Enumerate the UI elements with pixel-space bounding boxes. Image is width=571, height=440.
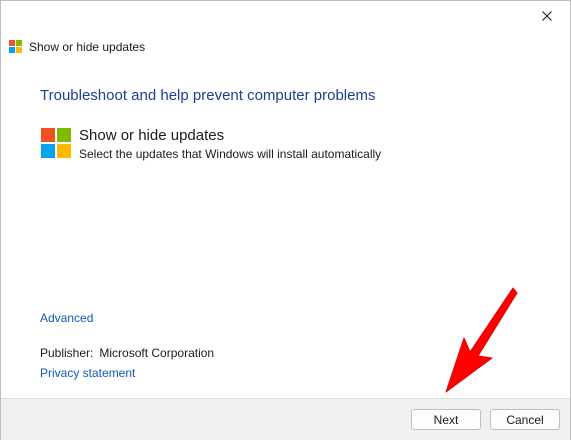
button-bar: Next Cancel — [1, 398, 570, 440]
page-heading: Troubleshoot and help prevent computer p… — [40, 87, 376, 104]
troubleshooter-window: Show or hide updates Troubleshoot and he… — [0, 0, 571, 440]
window-header: Show or hide updates — [9, 38, 145, 56]
tool-description: Select the updates that Windows will ins… — [79, 147, 382, 161]
cancel-button[interactable]: Cancel — [490, 409, 560, 430]
publisher-label: Publisher: — [40, 346, 94, 360]
privacy-statement-link[interactable]: Privacy statement — [40, 366, 135, 380]
tool-title: Show or hide updates — [79, 127, 225, 144]
close-icon — [542, 11, 552, 21]
publisher-value: Microsoft Corporation — [99, 346, 215, 360]
windows-logo-icon — [9, 40, 23, 54]
next-button[interactable]: Next — [411, 409, 481, 430]
advanced-link[interactable]: Advanced — [40, 311, 93, 325]
title-bar — [1, 1, 570, 31]
close-button[interactable] — [524, 1, 570, 31]
window-title: Show or hide updates — [29, 40, 146, 54]
windows-logo-large-icon — [41, 128, 71, 158]
publisher-info: Publisher: Microsoft Corporation — [40, 346, 214, 360]
